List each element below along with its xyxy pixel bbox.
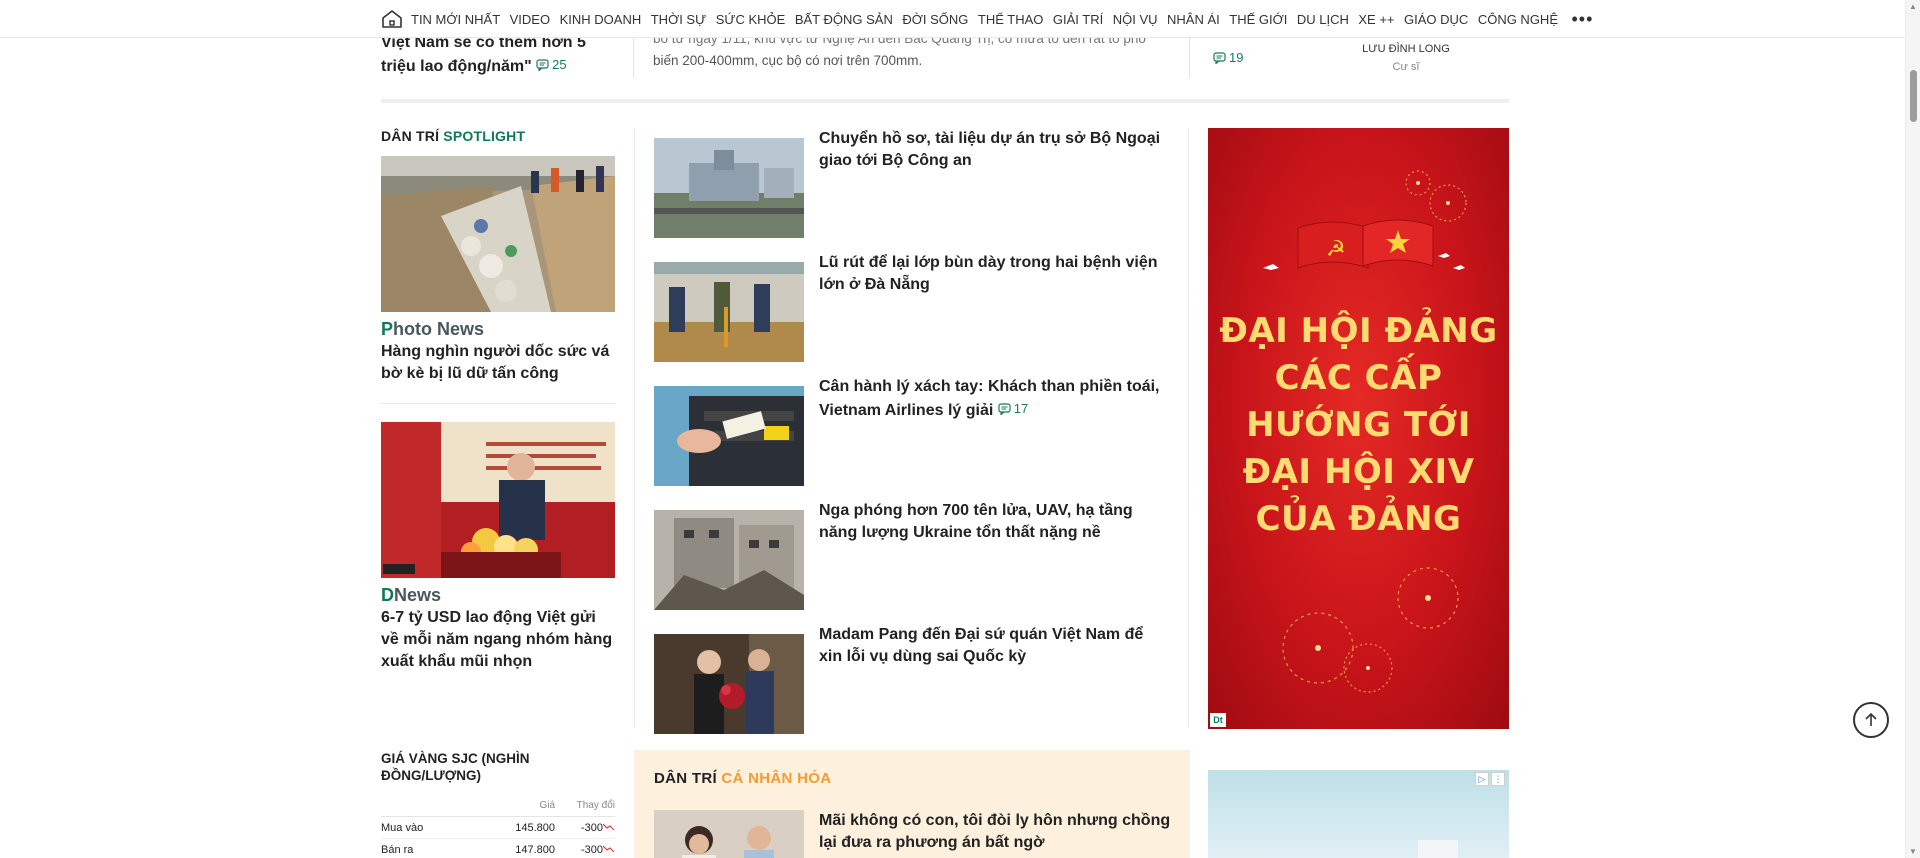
nav-item-giao-duc[interactable]: GIÁO DỤC [1404, 12, 1468, 27]
comment-count[interactable]: 25 [536, 54, 567, 76]
page-scrollbar[interactable]: ▲ ▼ [1905, 0, 1920, 858]
nav-item-the-thao[interactable]: THỂ THAO [978, 12, 1044, 27]
ad-brand-logo: Dt [1210, 713, 1226, 727]
trend-down-icon [602, 823, 615, 830]
dnews-logo: DNews [381, 585, 442, 605]
article-thumbnail[interactable] [654, 138, 804, 238]
article-thumbnail[interactable] [654, 386, 804, 486]
article-thumbnail[interactable] [654, 262, 804, 362]
nav-item-the-gioi[interactable]: THẾ GIỚI [1229, 12, 1287, 27]
nav-item-xe[interactable]: XE ++ [1358, 12, 1394, 27]
back-to-top-button[interactable] [1853, 702, 1889, 738]
article-title[interactable]: Madam Pang đến Đại sứ quán Việt Nam để x… [819, 624, 1164, 668]
spotlight-image-speaker[interactable] [381, 422, 615, 578]
nav-item-nhan-ai[interactable]: NHÂN ÁI [1167, 12, 1220, 27]
nav-item-video[interactable]: VIDEO [510, 12, 550, 27]
arrow-up-icon [1865, 712, 1877, 726]
comment-icon [536, 59, 549, 71]
scroll-up-icon[interactable]: ▲ [1909, 2, 1917, 11]
spotlight-section: DÂN TRÍ SPOTLIGHT Photo News Hàng nghìn … [381, 128, 615, 673]
author-role: Cư sĩ [1392, 61, 1420, 73]
list-item[interactable]: Cân hành lý xách tay: Khách than phiền t… [654, 376, 1174, 486]
trend-down-icon [602, 845, 615, 852]
more-menu-icon[interactable]: ••• [1571, 10, 1593, 28]
ad-headline: ĐẠI HỘI ĐẢNG CÁC CẤP HƯỚNG TỚI ĐẠI HỘI X… [1219, 311, 1498, 539]
comment-icon [998, 403, 1011, 415]
spotlight-article-title[interactable]: Hàng nghìn người dốc sức vá bờ kè bị lũ … [381, 341, 615, 385]
spotlight-article-title[interactable]: 6-7 tỷ USD lao động Việt gửi về mỗi năm … [381, 607, 615, 673]
svg-text:☭: ☭ [1326, 237, 1346, 262]
list-item[interactable]: Lũ rút để lại lớp bùn dày trong hai bệnh… [654, 252, 1174, 362]
article-title[interactable]: Cân hành lý xách tay: Khách than phiền t… [819, 376, 1164, 422]
article-thumbnail[interactable] [654, 810, 804, 858]
nav-item-suc-khoe[interactable]: SỨC KHỎE [716, 12, 786, 27]
nav-item-tin-moi-nhat[interactable]: TIN MỚI NHẤT [411, 12, 500, 27]
column-divider [634, 128, 635, 728]
section-separator [381, 99, 1509, 103]
photo-news-logo: Photo News [381, 319, 485, 339]
gold-price-row: Mua vào 145.800 -300 [381, 817, 615, 839]
ad-banner-secondary[interactable]: ▷ ⋮ [1208, 770, 1509, 858]
column-divider [1188, 128, 1189, 728]
comment-count[interactable]: 17 [998, 398, 1028, 420]
article-link[interactable]: Việt Nam sẽ có thêm hơn 5 triệu lao động… [381, 32, 621, 78]
divider [381, 403, 615, 404]
nav-item-kinh-doanh[interactable]: KINH DOANH [560, 12, 642, 27]
comment-count[interactable]: 19 [1213, 50, 1243, 65]
personalized-heading[interactable]: DÂN TRÍ CÁ NHÂN HÓA [654, 770, 831, 787]
article-title[interactable]: Chuyển hồ sơ, tài liệu dự án trụ sở Bộ N… [819, 128, 1164, 172]
top-row: Việt Nam sẽ có thêm hơn 5 triệu lao động… [381, 30, 1509, 102]
spotlight-image-flood[interactable] [381, 156, 615, 312]
article-title[interactable]: Lũ rút để lại lớp bùn dày trong hai bệnh… [819, 252, 1164, 296]
list-item[interactable]: Madam Pang đến Đại sứ quán Việt Nam để x… [654, 624, 1174, 734]
author-name[interactable]: LƯU ĐÌNH LONG [1346, 43, 1466, 55]
article-thumbnail[interactable] [654, 634, 804, 734]
article-title[interactable]: Mãi không có con, tôi đòi ly hôn nhưng c… [819, 810, 1174, 854]
spotlight-heading[interactable]: DÂN TRÍ SPOTLIGHT [381, 128, 615, 144]
gold-price-widget: GIÁ VÀNG SJC (NGHÌN ĐỒNG/LƯỢNG) Giá Thay… [381, 750, 615, 858]
nav-item-doi-song[interactable]: ĐỜI SỐNG [902, 12, 968, 27]
gold-price-row: Bán ra 147.800 -300 [381, 839, 615, 858]
ad-banner-party-congress[interactable]: ☭ ĐẠI HỘI ĐẢNG CÁC CẤP HƯỚNG TỚI ĐẠI HỘI… [1208, 128, 1509, 729]
personalized-section: DÂN TRÍ CÁ NHÂN HÓA Mãi không có con, tô… [634, 750, 1190, 858]
list-item[interactable]: Chuyển hồ sơ, tài liệu dự án trụ sở Bộ N… [654, 128, 1174, 238]
nav-item-bat-dong-san[interactable]: BẤT ĐỘNG SẢN [795, 12, 893, 27]
scrollbar-thumb[interactable] [1910, 70, 1917, 122]
flag-icon: ☭ [1297, 219, 1434, 269]
article-title[interactable]: Nga phóng hơn 700 tên lửa, UAV, hạ tầng … [819, 500, 1164, 544]
list-item[interactable]: Nga phóng hơn 700 tên lửa, UAV, hạ tầng … [654, 500, 1174, 610]
nav-item-thoi-su[interactable]: THỜI SỰ [651, 12, 706, 27]
gold-price-header: Giá Thay đổi [381, 800, 615, 817]
top-navigation: TIN MỚI NHẤT VIDEO KINH DOANH THỜI SỰ SỨ… [0, 0, 1905, 38]
nav-item-noi-vu[interactable]: NỘI VỤ [1113, 12, 1158, 27]
scroll-down-icon[interactable]: ▼ [1909, 847, 1917, 856]
nav-item-giai-tri[interactable]: GIẢI TRÍ [1053, 12, 1103, 27]
nav-item-cong-nghe[interactable]: CÔNG NGHỆ [1478, 12, 1558, 27]
article-thumbnail[interactable] [654, 510, 804, 610]
home-icon[interactable] [381, 6, 403, 32]
nav-item-du-lich[interactable]: DU LỊCH [1297, 12, 1349, 27]
gold-price-title: GIÁ VÀNG SJC (NGHÌN ĐỒNG/LƯỢNG) [381, 751, 530, 783]
comment-icon [1213, 51, 1226, 64]
